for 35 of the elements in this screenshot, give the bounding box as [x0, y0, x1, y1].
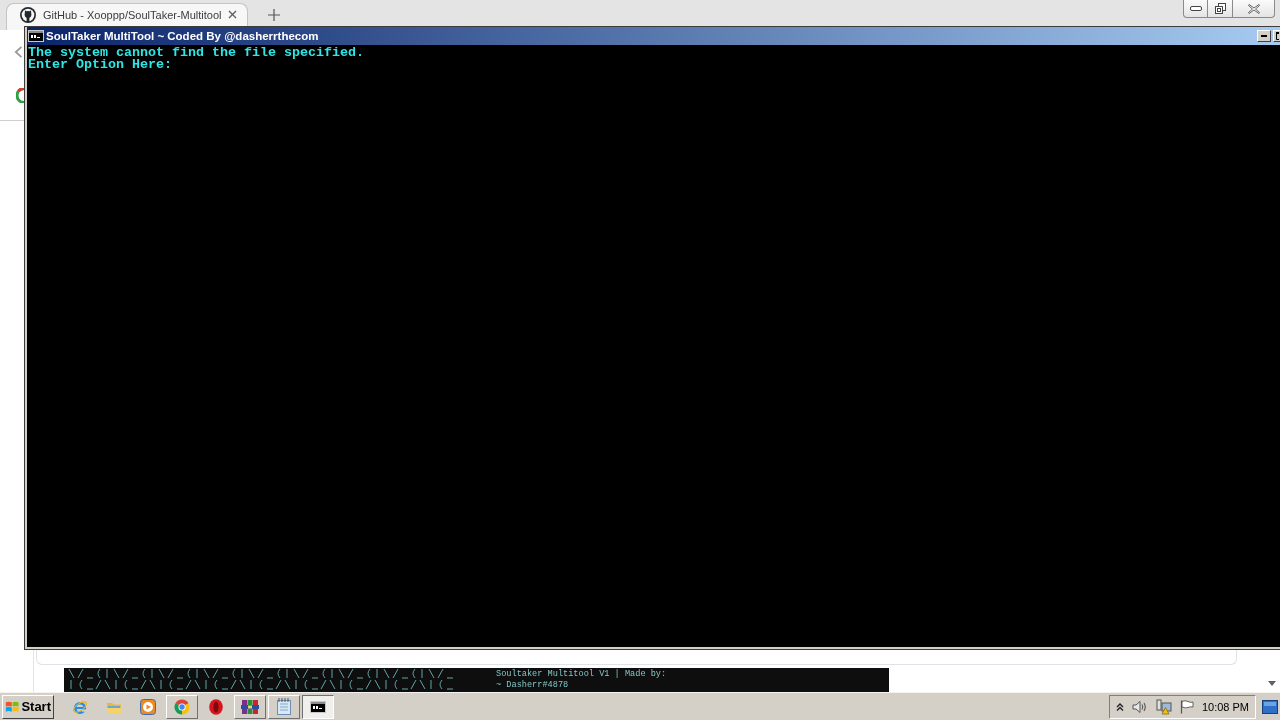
- favicon-icon: [20, 6, 36, 23]
- close-icon: [1247, 3, 1260, 14]
- logo-icon: [16, 88, 24, 103]
- console-text-line: The system cannot find the file specified.: [28, 47, 365, 59]
- restore-icon: [1214, 3, 1226, 14]
- terminal-text-line: ~ Dasherr#4878: [496, 680, 569, 691]
- minimize-icon: [1261, 35, 1267, 37]
- flag-icon[interactable]: [1179, 699, 1194, 714]
- show-desktop-icon[interactable]: [1262, 699, 1278, 714]
- scroll-down-icon[interactable]: [1268, 681, 1276, 686]
- console-icon: [310, 700, 326, 713]
- round-logo-icon: [174, 698, 190, 715]
- minimize-icon: [1189, 6, 1202, 11]
- plus-icon[interactable]: [268, 9, 280, 21]
- notepad-icon: [277, 698, 291, 715]
- console-title: SoulTaker MultiTool ~ Coded By @dasherrthecom: [46, 30, 319, 42]
- minimize-button[interactable]: [1183, 0, 1208, 18]
- restore-button[interactable]: [1208, 0, 1233, 18]
- console-text-line: Enter Option Here:: [28, 59, 173, 71]
- chevron-up-icon[interactable]: [1115, 702, 1124, 711]
- clock-text[interactable]: 10:08 PM: [1201, 700, 1249, 713]
- close-icon[interactable]: [228, 10, 237, 19]
- network-warning-icon[interactable]: [1155, 698, 1172, 715]
- ring-logo-icon: [209, 698, 223, 715]
- play-icon: [140, 698, 156, 715]
- terminal-text-line: Soultaker Multitool V1 | Made by:: [496, 669, 667, 680]
- speaker-icon[interactable]: [1131, 699, 1148, 714]
- maximize-icon: [1274, 32, 1279, 40]
- taskbar-button[interactable]: [302, 694, 334, 719]
- e-logo-icon: [72, 698, 88, 715]
- close-button[interactable]: [1233, 0, 1275, 18]
- maximize-button[interactable]: [1273, 30, 1280, 42]
- start-button[interactable]: Start: [2, 694, 54, 719]
- console-icon: [28, 30, 44, 42]
- books-icon: [241, 698, 259, 715]
